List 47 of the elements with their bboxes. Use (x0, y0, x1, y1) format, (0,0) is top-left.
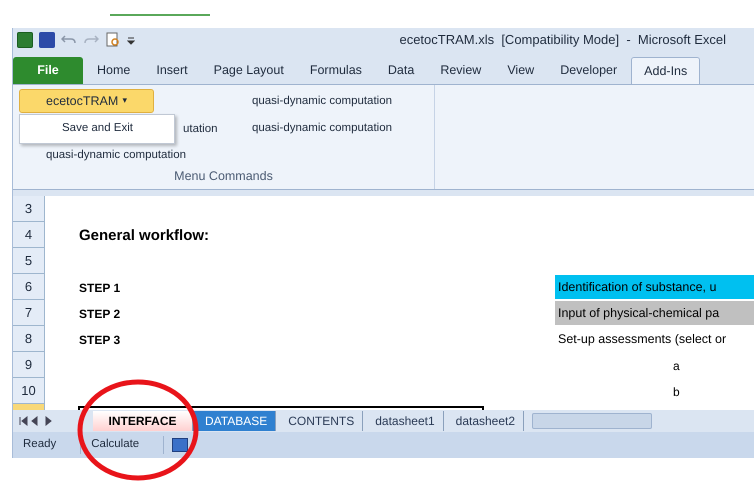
cell-text: General workflow: (79, 226, 210, 246)
ribbon-tab[interactable]: Data (376, 57, 426, 84)
row-header[interactable]: 6 (13, 274, 45, 300)
ecetoctram-menu-button[interactable]: ecetocTRAM ▾ (19, 89, 154, 113)
row-header[interactable]: 7 (13, 300, 45, 326)
cell-text: STEP 2 (79, 306, 120, 323)
row-header[interactable]: 5 (13, 248, 45, 274)
sheet-tab[interactable]: CONTENTS (276, 411, 364, 431)
row-header[interactable]: 4 (13, 222, 45, 248)
sheet-tab[interactable]: datasheet1 (363, 411, 444, 431)
cell-text: STEP 3 (79, 332, 120, 349)
customize-toolbar-icon[interactable] (127, 35, 135, 45)
ribbon-tab[interactable]: Developer (548, 57, 630, 84)
ribbon-tab[interactable]: Add-Ins (631, 57, 700, 84)
dropdown-menu-item[interactable]: Save and Exit (19, 114, 175, 144)
cell-text: STEP 1 (79, 280, 120, 297)
status-text: Ready (13, 436, 82, 454)
ribbon-tab[interactable]: Home (85, 57, 142, 84)
sheet-tab[interactable]: datasheet2 (444, 411, 524, 431)
file-tab[interactable]: File (13, 57, 83, 84)
ribbon-tab[interactable]: View (495, 57, 546, 84)
command-label[interactable]: quasi-dynamic computation (46, 147, 186, 164)
ribbon-tab[interactable]: Page Layout (202, 57, 296, 84)
print-preview-icon[interactable] (105, 32, 121, 48)
sheet-tab[interactable]: DATABASE (193, 411, 276, 431)
app-icon[interactable] (17, 32, 33, 48)
command-label[interactable]: utation (183, 121, 218, 138)
caret-icon: ▾ (122, 94, 128, 108)
cell-text: Input of physical-chemical pa (555, 301, 754, 325)
cell-text: a (673, 358, 680, 375)
horizontal-scrollbar[interactable] (532, 413, 652, 429)
cell-text: Identification of substance, u (555, 275, 754, 299)
ribbon-tab[interactable]: Insert (144, 57, 200, 84)
status-text: Calculate (81, 436, 164, 454)
row-header[interactable]: 3 (13, 196, 45, 222)
ribbon-tab[interactable]: Formulas (298, 57, 374, 84)
command-label[interactable]: quasi-dynamic computation (252, 120, 392, 138)
row-header[interactable]: 8 (13, 326, 45, 352)
cell-text: Set-up assessments (select or (557, 330, 728, 348)
command-label[interactable]: quasi-dynamic computation (252, 93, 392, 110)
ribbon-tab[interactable]: Review (428, 57, 494, 84)
cell-text: b (673, 384, 680, 401)
sheet-tab[interactable]: INTERFACE (93, 411, 193, 431)
row-header[interactable]: 10 (13, 378, 45, 404)
row-header[interactable]: 9 (13, 352, 45, 378)
window-title: ecetocTRAM.xls [Compatibility Mode] - Microsoft Excel (399, 31, 727, 50)
group-label: Menu Commands (173, 168, 274, 185)
